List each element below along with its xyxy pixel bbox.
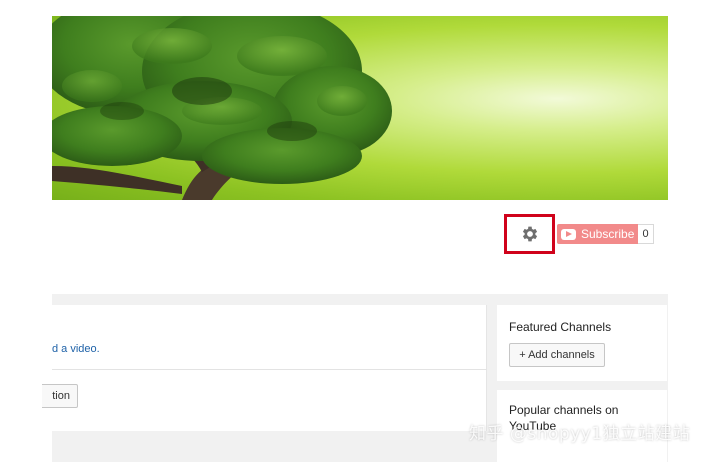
upload-video-link[interactable]: d a video.	[52, 343, 100, 355]
content-divider	[52, 369, 487, 370]
watermark: 知乎 @shopyy1独立站建站	[469, 424, 691, 444]
featured-channels-card: Featured Channels + Add channels	[497, 305, 667, 381]
subscriber-count: 0	[638, 224, 654, 244]
channel-content-card: d a video. tion	[42, 305, 487, 431]
subscribe-button[interactable]: Subscribe	[557, 224, 638, 244]
subscribe-label: Subscribe	[581, 227, 635, 241]
channel-header	[52, 200, 668, 294]
bonsai-tree-image	[52, 16, 392, 200]
channel-settings-button[interactable]	[504, 214, 555, 254]
add-channels-button[interactable]: + Add channels	[509, 343, 605, 367]
channel-banner	[52, 16, 668, 200]
youtube-play-icon	[561, 228, 576, 240]
gear-icon	[522, 226, 537, 242]
featured-channels-title: Featured Channels	[509, 320, 612, 334]
channel-page: Subscribe 0 d a video. tion Featured Cha…	[0, 0, 720, 462]
truncated-action-button[interactable]: tion	[42, 384, 78, 408]
